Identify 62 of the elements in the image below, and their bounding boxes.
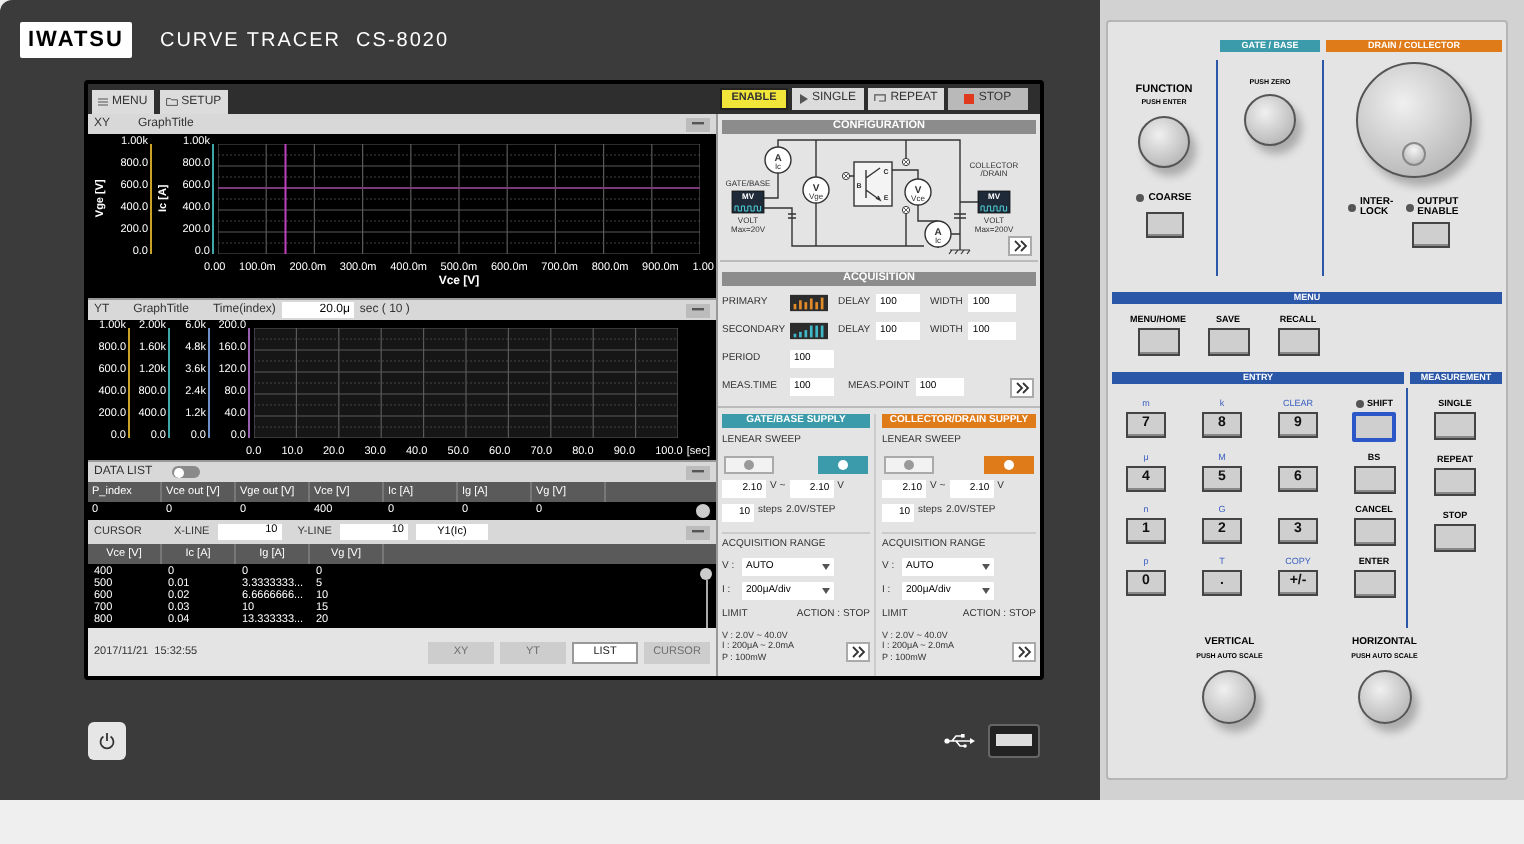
dropdown-caret-icon (822, 564, 830, 570)
terminal-symbol (901, 205, 911, 215)
rotary-knob[interactable] (1355, 62, 1471, 178)
repeat-icon (874, 94, 887, 104)
expand-button[interactable] (1008, 236, 1032, 256)
key-button[interactable] (1434, 468, 1476, 496)
double-chevron-icon (851, 646, 865, 658)
stop-icon (964, 94, 975, 104)
minus-icon (692, 122, 704, 126)
indicator-led (1348, 204, 1356, 212)
expand-button[interactable] (1012, 642, 1036, 662)
expand-button[interactable] (846, 642, 870, 662)
dropdown-caret-icon (822, 588, 830, 594)
key-button[interactable] (1353, 466, 1395, 494)
rotary-knob[interactable] (1357, 669, 1412, 724)
power-button[interactable] (88, 721, 126, 759)
minus-icon (692, 530, 704, 534)
rotary-knob[interactable] (1202, 669, 1257, 724)
key-button[interactable] (1353, 518, 1395, 546)
shift-key[interactable] (1352, 412, 1396, 442)
key-button[interactable] (1277, 328, 1319, 356)
sweep-option-button[interactable] (984, 455, 1034, 473)
terminal-symbol (901, 157, 911, 167)
key-button[interactable] (1145, 212, 1183, 238)
double-chevron-icon (1017, 646, 1031, 658)
indicator-led (1355, 400, 1363, 408)
waveform-icon (790, 322, 828, 340)
terminal-symbol (841, 171, 851, 181)
scrollbar (696, 566, 716, 628)
dropdown-caret-icon (982, 588, 990, 594)
folder-icon (165, 98, 178, 106)
key-button[interactable] (1207, 328, 1249, 356)
sweep-option-button[interactable] (818, 455, 868, 473)
menu-icon (98, 98, 108, 106)
rotary-knob[interactable] (1244, 94, 1296, 147)
waveform-icon (790, 294, 828, 312)
usb-icon (944, 733, 976, 747)
indicator-led (1405, 204, 1414, 212)
minus-icon (692, 308, 704, 312)
indicator-led (1136, 194, 1145, 203)
dropdown-caret-icon (982, 564, 990, 570)
double-chevron-icon (1013, 240, 1027, 252)
usb-port (988, 723, 1040, 757)
rotary-knob[interactable] (1138, 115, 1190, 167)
double-chevron-icon (1015, 381, 1029, 393)
key-button[interactable] (1434, 412, 1476, 440)
minimize-button[interactable] (686, 117, 710, 131)
toggle-switch[interactable] (172, 466, 201, 478)
power-icon (98, 731, 116, 749)
key-button[interactable] (1434, 524, 1476, 552)
minus-icon (692, 470, 704, 474)
play-icon (799, 94, 808, 104)
brand-logo: IWATSU (20, 21, 132, 59)
expand-button[interactable] (1010, 377, 1034, 397)
minimize-button[interactable] (686, 465, 710, 479)
key-button[interactable] (1353, 570, 1395, 598)
model-name: CURVE TRACER CS-8020 (159, 27, 450, 55)
key-button[interactable] (1412, 222, 1451, 248)
key-button[interactable] (1137, 328, 1179, 356)
minimize-button[interactable] (686, 303, 710, 317)
minimize-button[interactable] (686, 525, 710, 539)
ground-symbol (948, 249, 971, 255)
